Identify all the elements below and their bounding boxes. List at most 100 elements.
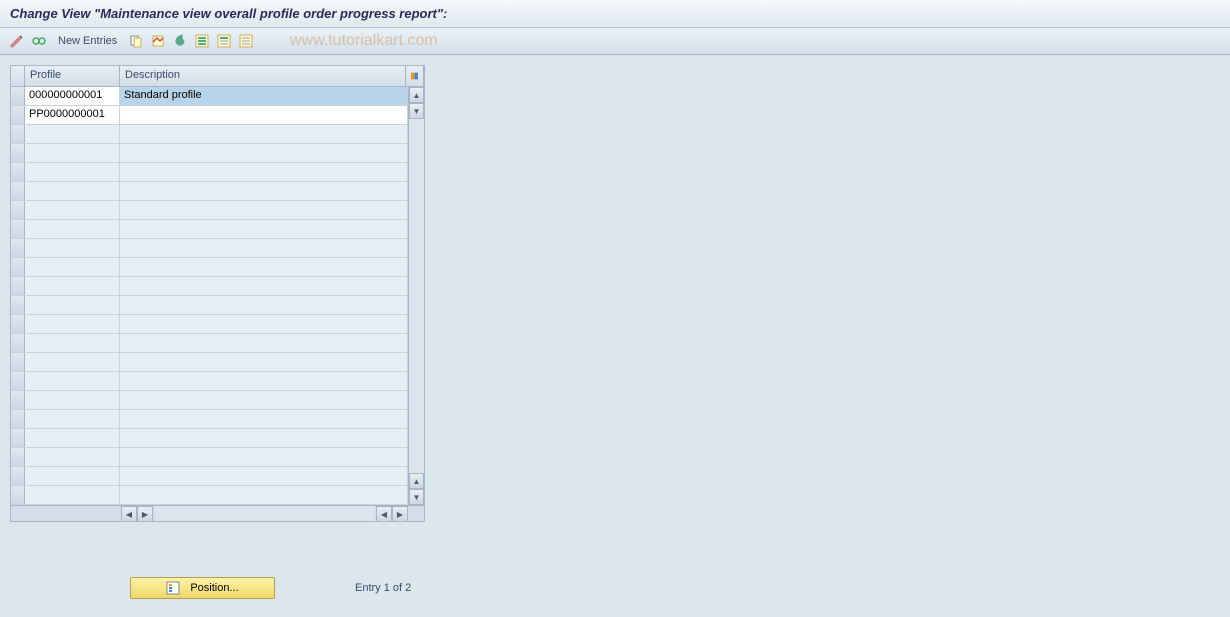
- row-selector[interactable]: [11, 239, 25, 257]
- cell-description[interactable]: [120, 467, 408, 485]
- cell-profile[interactable]: [25, 486, 120, 504]
- cell-description[interactable]: [120, 410, 408, 428]
- cell-profile[interactable]: [25, 334, 120, 352]
- cell-description[interactable]: [120, 296, 408, 314]
- cell-profile[interactable]: 000000000001: [25, 87, 120, 105]
- row-selector[interactable]: [11, 353, 25, 371]
- cell-profile[interactable]: [25, 315, 120, 333]
- hscroll-track[interactable]: [155, 506, 374, 521]
- cell-description[interactable]: [120, 391, 408, 409]
- cell-profile[interactable]: [25, 410, 120, 428]
- cell-description[interactable]: [120, 239, 408, 257]
- position-button[interactable]: Position...: [130, 577, 275, 599]
- cell-profile[interactable]: [25, 144, 120, 162]
- row-selector[interactable]: [11, 391, 25, 409]
- row-selector[interactable]: [11, 410, 25, 428]
- vertical-scrollbar[interactable]: ▲ ▼ ▲ ▼: [408, 87, 424, 505]
- cell-profile[interactable]: [25, 467, 120, 485]
- cell-description[interactable]: [120, 182, 408, 200]
- cell-description[interactable]: [120, 353, 408, 371]
- cell-description[interactable]: [120, 144, 408, 162]
- cell-description[interactable]: Standard profile: [120, 87, 408, 105]
- deselect-all-icon[interactable]: [237, 32, 255, 50]
- row-selector[interactable]: [11, 182, 25, 200]
- row-selector[interactable]: [11, 87, 25, 105]
- row-selector[interactable]: [11, 106, 25, 124]
- select-block-icon[interactable]: [215, 32, 233, 50]
- cell-description[interactable]: [120, 486, 408, 504]
- cell-description[interactable]: [120, 277, 408, 295]
- cell-profile[interactable]: [25, 220, 120, 238]
- select-all-icon[interactable]: [193, 32, 211, 50]
- cell-profile[interactable]: [25, 239, 120, 257]
- scroll-track[interactable]: [409, 119, 424, 473]
- table-row: [11, 334, 408, 353]
- cell-description[interactable]: [120, 372, 408, 390]
- cell-description[interactable]: [120, 220, 408, 238]
- cell-description[interactable]: [120, 448, 408, 466]
- table-row: [11, 220, 408, 239]
- cell-description[interactable]: [120, 315, 408, 333]
- row-selector[interactable]: [11, 125, 25, 143]
- table-row: [11, 144, 408, 163]
- cell-profile[interactable]: [25, 353, 120, 371]
- table-row: [11, 315, 408, 334]
- row-selector[interactable]: [11, 258, 25, 276]
- cell-description[interactable]: [120, 334, 408, 352]
- row-selector[interactable]: [11, 220, 25, 238]
- row-selector[interactable]: [11, 163, 25, 181]
- scroll-up-button-bottom[interactable]: ▲: [409, 473, 424, 489]
- scroll-up-button[interactable]: ▲: [409, 87, 424, 103]
- cell-description[interactable]: [120, 125, 408, 143]
- hscroll-left-button[interactable]: ◀: [121, 506, 137, 522]
- cell-profile[interactable]: [25, 448, 120, 466]
- hscroll-right-button-end[interactable]: ▶: [392, 506, 408, 522]
- cell-profile[interactable]: [25, 125, 120, 143]
- undo-icon[interactable]: [171, 32, 189, 50]
- delete-icon[interactable]: [149, 32, 167, 50]
- table-row: [11, 391, 408, 410]
- row-selector[interactable]: [11, 429, 25, 447]
- cell-description[interactable]: [120, 201, 408, 219]
- cell-profile[interactable]: [25, 372, 120, 390]
- hscroll-left-button-end[interactable]: ◀: [376, 506, 392, 522]
- row-selector[interactable]: [11, 144, 25, 162]
- row-selector[interactable]: [11, 277, 25, 295]
- row-selector[interactable]: [11, 334, 25, 352]
- scroll-down-button[interactable]: ▼: [409, 103, 424, 119]
- cell-description[interactable]: [120, 163, 408, 181]
- cell-profile[interactable]: [25, 258, 120, 276]
- toolbar: New Entries www.tutorialkart.com: [0, 28, 1230, 55]
- new-entries-button[interactable]: New Entries: [52, 35, 123, 47]
- cell-profile[interactable]: [25, 277, 120, 295]
- scroll-down-button-bottom[interactable]: ▼: [409, 489, 424, 505]
- cell-description[interactable]: [120, 429, 408, 447]
- cell-profile[interactable]: [25, 296, 120, 314]
- horizontal-scrollbar[interactable]: ◀ ▶ ◀ ▶: [11, 505, 424, 521]
- cell-description[interactable]: [120, 258, 408, 276]
- row-selector[interactable]: [11, 201, 25, 219]
- cell-profile[interactable]: [25, 429, 120, 447]
- row-selector[interactable]: [11, 315, 25, 333]
- display-change-toggle-icon[interactable]: [8, 32, 26, 50]
- cell-profile[interactable]: [25, 182, 120, 200]
- cell-profile[interactable]: [25, 201, 120, 219]
- row-selector-header[interactable]: [11, 66, 25, 86]
- row-selector[interactable]: [11, 467, 25, 485]
- row-selector[interactable]: [11, 448, 25, 466]
- row-selector[interactable]: [11, 372, 25, 390]
- cell-profile[interactable]: PP0000000001: [25, 106, 120, 124]
- copy-icon[interactable]: [127, 32, 145, 50]
- cell-profile[interactable]: [25, 163, 120, 181]
- row-selector[interactable]: [11, 486, 25, 504]
- other-view-icon[interactable]: [30, 32, 48, 50]
- table-row: [11, 296, 408, 315]
- cell-description[interactable]: [120, 106, 408, 124]
- table-config-icon[interactable]: [406, 66, 424, 86]
- row-selector[interactable]: [11, 296, 25, 314]
- cell-profile[interactable]: [25, 391, 120, 409]
- table-row: [11, 163, 408, 182]
- column-header-profile[interactable]: Profile: [25, 66, 120, 86]
- column-header-description[interactable]: Description: [120, 66, 406, 86]
- hscroll-right-button[interactable]: ▶: [137, 506, 153, 522]
